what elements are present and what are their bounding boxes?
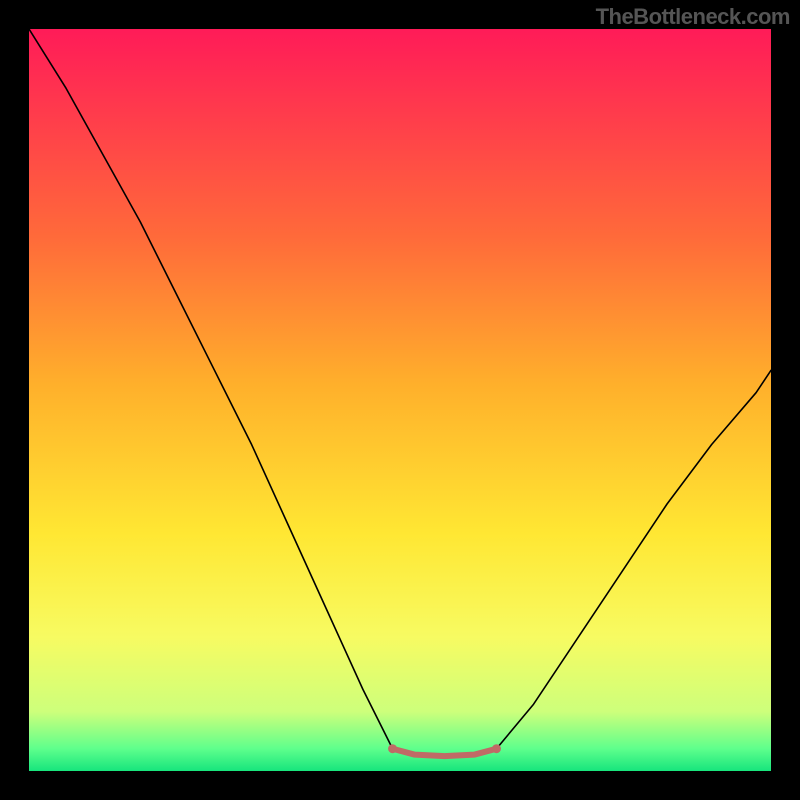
chart-frame: TheBottleneck.com bbox=[0, 0, 800, 800]
endpoint-marker bbox=[388, 744, 397, 753]
watermark-text: TheBottleneck.com bbox=[596, 4, 790, 30]
plot-background bbox=[29, 29, 771, 771]
endpoint-marker bbox=[492, 744, 501, 753]
plot-area bbox=[29, 29, 771, 771]
plot-svg bbox=[29, 29, 771, 771]
